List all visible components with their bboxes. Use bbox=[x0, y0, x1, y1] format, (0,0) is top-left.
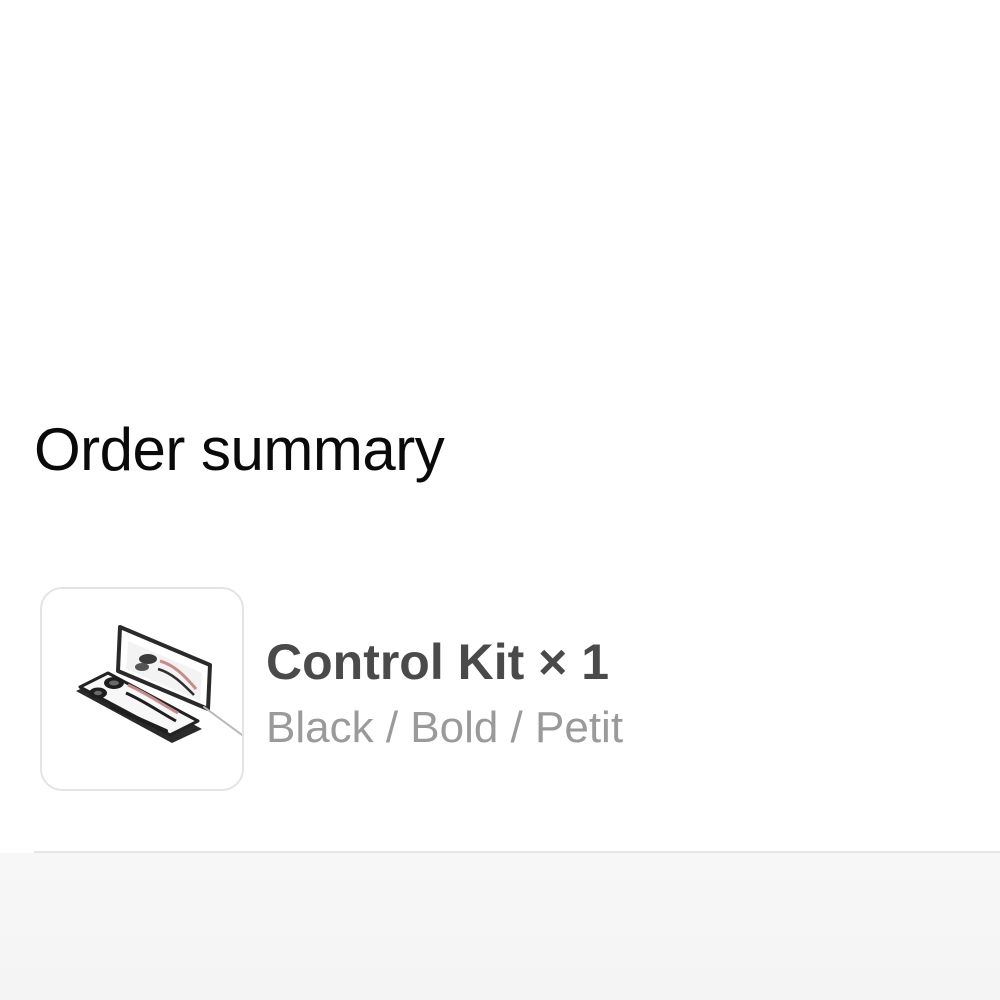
item-name: Control Kit × 1 bbox=[266, 634, 610, 690]
section-title: Order summary bbox=[34, 416, 445, 483]
footer-area bbox=[0, 853, 1000, 1000]
lash-kit-palette-icon bbox=[76, 625, 242, 743]
item-variant: Black / Bold / Petit bbox=[266, 703, 624, 752]
product-thumbnail bbox=[40, 587, 244, 791]
order-summary-section: Order summary Control Kit × 1 Black / Bo… bbox=[0, 0, 1000, 852]
